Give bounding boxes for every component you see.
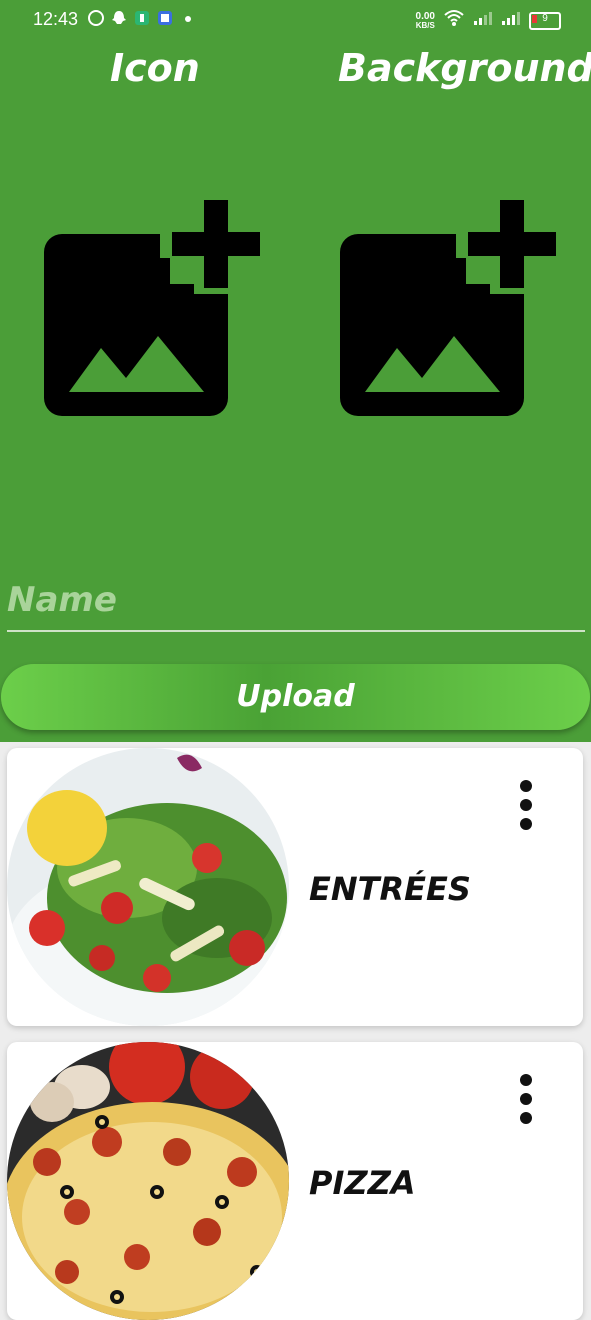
add-photo-icon <box>340 200 556 416</box>
snapchat-icon <box>111 10 127 26</box>
whatsapp-icon <box>88 10 104 26</box>
icon-picker[interactable] <box>44 198 266 420</box>
net-speed: 0.00 KB/S <box>415 10 435 30</box>
signal-icon <box>473 10 493 31</box>
category-label: ENTRÉES <box>309 870 471 908</box>
app-icon <box>134 10 150 26</box>
category-card[interactable]: PIZZA <box>7 1042 583 1320</box>
more-menu-icon[interactable] <box>515 1074 537 1124</box>
status-bar: 12:43 0.00 KB/S 9 <box>0 0 591 40</box>
add-photo-icon <box>44 200 260 416</box>
dot-icon <box>180 10 196 26</box>
status-right: 0.00 KB/S 9 <box>416 9 561 32</box>
category-label: PIZZA <box>309 1164 416 1202</box>
pizza-photo <box>7 1042 289 1320</box>
background-heading: Background <box>338 46 591 90</box>
app-icon-2 <box>157 10 173 26</box>
category-card[interactable]: ENTRÉES <box>7 748 583 1026</box>
salad-photo <box>7 748 289 1026</box>
more-menu-icon[interactable] <box>515 780 537 830</box>
background-picker[interactable] <box>340 198 562 420</box>
icon-heading: Icon <box>110 46 200 90</box>
status-time: 12:43 <box>33 9 79 29</box>
notification-icons <box>88 10 196 26</box>
name-input[interactable] <box>7 572 585 628</box>
name-field[interactable] <box>7 572 585 632</box>
signal-icon-2 <box>501 10 521 31</box>
upload-button[interactable]: Upload <box>1 664 590 730</box>
battery-icon: 9 <box>529 11 561 30</box>
wifi-icon <box>443 9 465 32</box>
